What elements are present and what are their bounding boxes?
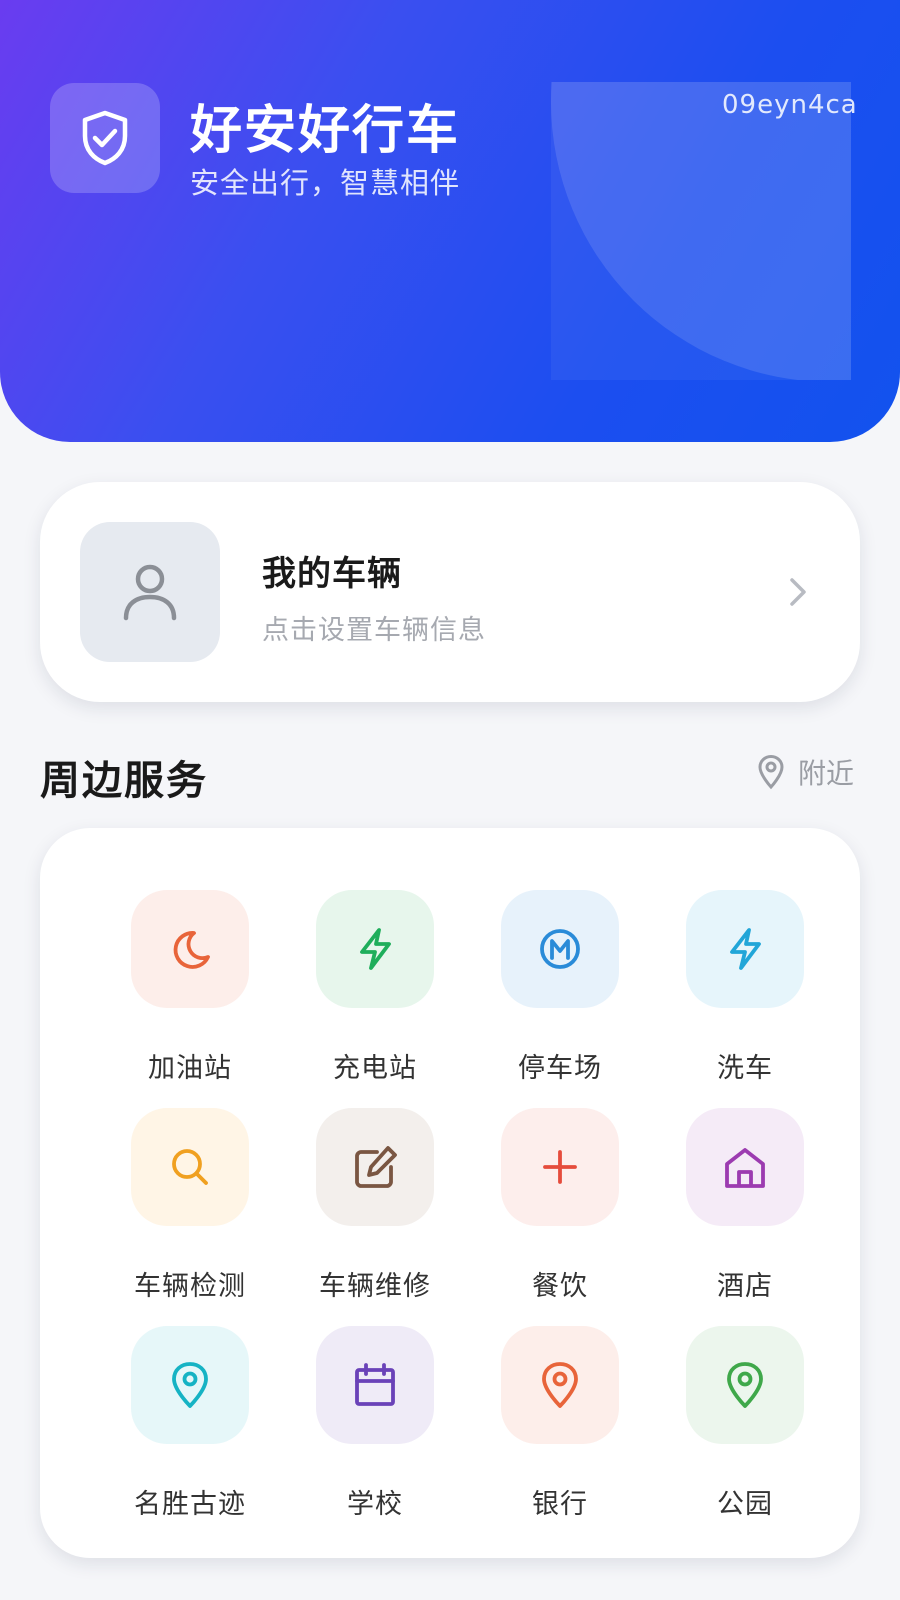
service-label: 车辆维修 (319, 1271, 431, 1302)
service-item[interactable]: 银行 (480, 1326, 640, 1526)
nearby-button[interactable]: 附近 (756, 752, 854, 792)
service-item[interactable]: 学校 (295, 1326, 455, 1526)
vehicle-title: 我的车辆 (262, 554, 402, 594)
service-label: 洗车 (717, 1053, 773, 1084)
service-item[interactable]: 充电站 (295, 890, 455, 1090)
service-label: 充电站 (333, 1053, 417, 1084)
service-label: 酒店 (717, 1271, 773, 1302)
metro-m-icon (501, 890, 619, 1008)
service-label: 名胜古迹 (134, 1489, 246, 1520)
service-label: 餐饮 (532, 1271, 588, 1302)
lightning-icon (686, 890, 804, 1008)
section-title: 周边服务 (40, 758, 208, 804)
nearby-label: 附近 (798, 757, 855, 790)
service-label: 银行 (532, 1489, 588, 1520)
service-label: 车辆检测 (134, 1271, 246, 1302)
service-item[interactable]: 加油站 (110, 890, 270, 1090)
service-item[interactable]: 公园 (665, 1326, 825, 1526)
location-pin-icon (131, 1326, 249, 1444)
service-item[interactable]: 酒店 (665, 1108, 825, 1308)
location-pin-icon (758, 754, 784, 790)
location-pin-icon (501, 1326, 619, 1444)
service-label: 学校 (347, 1489, 403, 1520)
shield-check-icon (82, 110, 128, 166)
vehicle-subtitle: 点击设置车辆信息 (262, 615, 486, 646)
service-label: 公园 (717, 1489, 773, 1520)
avatar (80, 522, 220, 662)
user-icon (123, 564, 177, 621)
app-subtitle: 安全出行，智慧相伴 (190, 166, 461, 200)
header-decoration (551, 82, 851, 380)
home-icon (686, 1108, 804, 1226)
service-item[interactable]: 名胜古迹 (110, 1326, 270, 1526)
edit-icon (316, 1108, 434, 1226)
service-label: 停车场 (518, 1053, 602, 1084)
service-item[interactable]: 洗车 (665, 890, 825, 1090)
my-vehicle-card[interactable]: 我的车辆 点击设置车辆信息 (40, 482, 860, 702)
lightning-icon (316, 890, 434, 1008)
calendar-icon (316, 1326, 434, 1444)
location-pin-icon (686, 1326, 804, 1444)
services-card: 加油站 充电站 停车场 洗车车辆检测 车辆维修 餐饮 酒店名胜古迹 学校 银行 公园 (40, 828, 860, 1558)
service-item[interactable]: 餐饮 (480, 1108, 640, 1308)
app-title: 好安好行车 (190, 101, 461, 161)
service-label: 加油站 (148, 1053, 232, 1084)
service-item[interactable]: 停车场 (480, 890, 640, 1090)
chevron-right-icon[interactable] (780, 574, 816, 610)
service-item[interactable]: 车辆检测 (110, 1108, 270, 1308)
search-icon (131, 1108, 249, 1226)
plus-icon (501, 1108, 619, 1226)
service-item[interactable]: 车辆维修 (295, 1108, 455, 1308)
moon-icon (131, 890, 249, 1008)
app-logo (50, 83, 160, 193)
app-header: 好安好行车 安全出行，智慧相伴 09eyn4ca (0, 0, 900, 442)
code-tag: 09eyn4ca (722, 90, 858, 120)
